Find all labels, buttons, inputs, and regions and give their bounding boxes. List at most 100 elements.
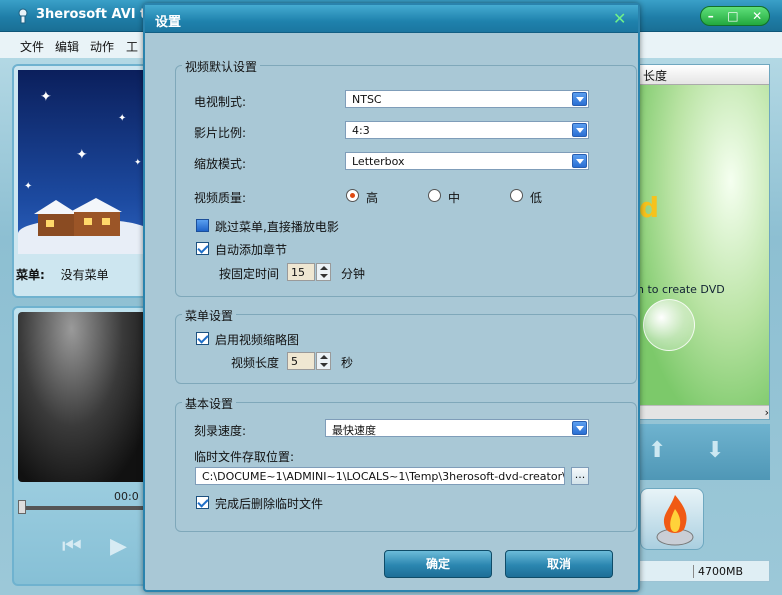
chevron-down-icon[interactable]	[572, 92, 587, 106]
fixed-interval-label: 按固定时间	[219, 267, 280, 281]
scroll-right-icon[interactable]: ›	[765, 406, 769, 419]
scaling-mode-value: Letterbox	[352, 155, 405, 168]
video-length-stepper[interactable]	[316, 352, 331, 370]
menu-settings-group: 菜单设置	[175, 307, 637, 384]
maximize-button[interactable]: □	[727, 9, 738, 23]
enable-thumbnail-label: 启用视频缩略图	[215, 333, 300, 347]
browse-button[interactable]: ...	[571, 467, 589, 485]
auto-chapters-checkbox[interactable]	[196, 242, 209, 255]
video-length-unit: 秒	[341, 356, 354, 370]
quality-high-radio[interactable]	[346, 189, 359, 202]
skip-menu-label: 跳过菜单,直接播放电影	[215, 220, 339, 234]
burn-speed-label: 刻录速度:	[194, 424, 247, 438]
menu-tools[interactable]: 工	[126, 38, 138, 55]
video-length-input[interactable]: 5	[287, 352, 315, 370]
interval-unit-label: 分钟	[341, 267, 366, 281]
house-icon	[34, 198, 122, 236]
tv-standard-select[interactable]: NTSC	[345, 90, 589, 108]
aspect-ratio-value: 4:3	[352, 124, 370, 137]
quality-medium-label: 中	[448, 191, 461, 205]
delete-temp-label: 完成后删除临时文件	[215, 497, 324, 511]
quality-medium-radio[interactable]	[428, 189, 441, 202]
settings-dialog: 设置 ✕ 视频默认设置 电视制式: NTSC 影片比例: 4:3 缩放模式: L…	[143, 3, 640, 592]
app-logo-icon	[18, 8, 28, 24]
status-bar: 4700MB	[636, 560, 770, 582]
star-icon: ✦	[134, 158, 142, 168]
stepper-down-icon[interactable]	[320, 363, 328, 367]
title-list-panel: 长度 d n to create DVD ›	[636, 64, 770, 420]
menu-preview-caption: 菜单: 没有菜单	[16, 266, 109, 283]
app-title: 3herosoft AVI to	[36, 7, 156, 22]
window-controls: – □ ✕	[700, 6, 770, 26]
burn-speed-value: 最快速度	[332, 424, 376, 437]
seek-bar[interactable]	[22, 506, 148, 510]
play-icon[interactable]: ▶	[110, 534, 127, 559]
promo-artwork: d n to create DVD	[637, 85, 769, 405]
menu-settings-legend: 菜单设置	[182, 307, 237, 324]
video-screen	[18, 312, 148, 482]
ok-button[interactable]: 确定	[384, 550, 492, 578]
promo-text: n to create DVD	[637, 283, 725, 296]
tv-standard-label: 电视制式:	[194, 95, 247, 109]
enable-thumbnail-checkbox[interactable]	[196, 332, 209, 345]
scaling-mode-select[interactable]: Letterbox	[345, 152, 589, 170]
quality-low-radio[interactable]	[510, 189, 523, 202]
horizontal-scrollbar[interactable]: ›	[637, 405, 769, 419]
temp-location-label: 临时文件存取位置:	[194, 450, 295, 464]
auto-chapters-label: 自动添加章节	[215, 243, 288, 257]
menu-action[interactable]: 动作	[90, 38, 114, 55]
bubble-decoration	[643, 299, 695, 351]
video-defaults-legend: 视频默认设置	[182, 58, 261, 75]
cancel-button[interactable]: 取消	[505, 550, 613, 578]
prev-icon[interactable]: ⏮	[62, 534, 82, 559]
video-player-panel: 00:0 ⏮ ▶	[12, 306, 150, 586]
menu-edit[interactable]: 编辑	[55, 38, 79, 55]
video-length-label: 视频长度	[231, 356, 280, 370]
quality-high-label: 高	[366, 191, 379, 205]
up-arrow-icon[interactable]: ⬆	[648, 438, 666, 463]
menu-background-image: ✦ ✦ ✦ ✦ ✦	[18, 70, 148, 254]
reorder-panel: ⬆ ⬇	[636, 424, 770, 480]
chapter-interval-stepper[interactable]	[316, 263, 331, 281]
basic-settings-legend: 基本设置	[182, 395, 237, 412]
close-icon[interactable]: ✕	[613, 9, 626, 28]
tv-standard-value: NTSC	[352, 93, 382, 106]
video-quality-label: 视频质量:	[194, 191, 247, 205]
chevron-down-icon[interactable]	[572, 421, 587, 435]
stepper-up-icon[interactable]	[320, 355, 328, 359]
length-column-header[interactable]: 长度	[643, 69, 667, 83]
list-header: 长度	[637, 65, 769, 85]
stepper-down-icon[interactable]	[320, 274, 328, 278]
quality-low-label: 低	[530, 191, 543, 205]
minimize-button[interactable]: –	[708, 9, 714, 23]
dialog-title: 设置	[155, 15, 182, 30]
chevron-down-icon[interactable]	[572, 154, 587, 168]
delete-temp-checkbox[interactable]	[196, 496, 209, 509]
menu-preview-panel: ✦ ✦ ✦ ✦ ✦	[12, 64, 150, 298]
menu-file[interactable]: 文件	[20, 38, 44, 55]
star-icon: ✦	[76, 147, 88, 163]
star-icon: ✦	[40, 89, 52, 105]
burn-flame-icon	[656, 495, 694, 546]
aspect-ratio-select[interactable]: 4:3	[345, 121, 589, 139]
scaling-mode-label: 缩放模式:	[194, 157, 247, 171]
burn-button[interactable]	[640, 488, 704, 550]
down-arrow-icon[interactable]: ⬇	[706, 438, 724, 463]
burn-speed-select[interactable]: 最快速度	[325, 419, 589, 437]
menu-caption-value: 没有菜单	[60, 268, 109, 282]
aspect-ratio-label: 影片比例:	[194, 126, 247, 140]
close-window-button[interactable]: ✕	[752, 9, 762, 23]
disc-capacity: 4700MB	[693, 565, 743, 578]
chapter-interval-input[interactable]: 15	[287, 263, 315, 281]
menu-caption-label: 菜单:	[16, 268, 45, 282]
stepper-up-icon[interactable]	[320, 266, 328, 270]
star-icon: ✦	[118, 113, 127, 124]
timecode: 00:0	[114, 490, 139, 503]
seek-thumb[interactable]	[18, 500, 26, 514]
star-icon: ✦	[24, 181, 33, 192]
promo-letter: d	[639, 191, 660, 224]
chevron-down-icon[interactable]	[572, 123, 587, 137]
dialog-titlebar: 设置 ✕	[145, 5, 638, 33]
skip-menu-checkbox[interactable]	[196, 219, 209, 232]
temp-location-input[interactable]: C:\DOCUME~1\ADMINI~1\LOCALS~1\Temp\3hero…	[195, 467, 565, 485]
